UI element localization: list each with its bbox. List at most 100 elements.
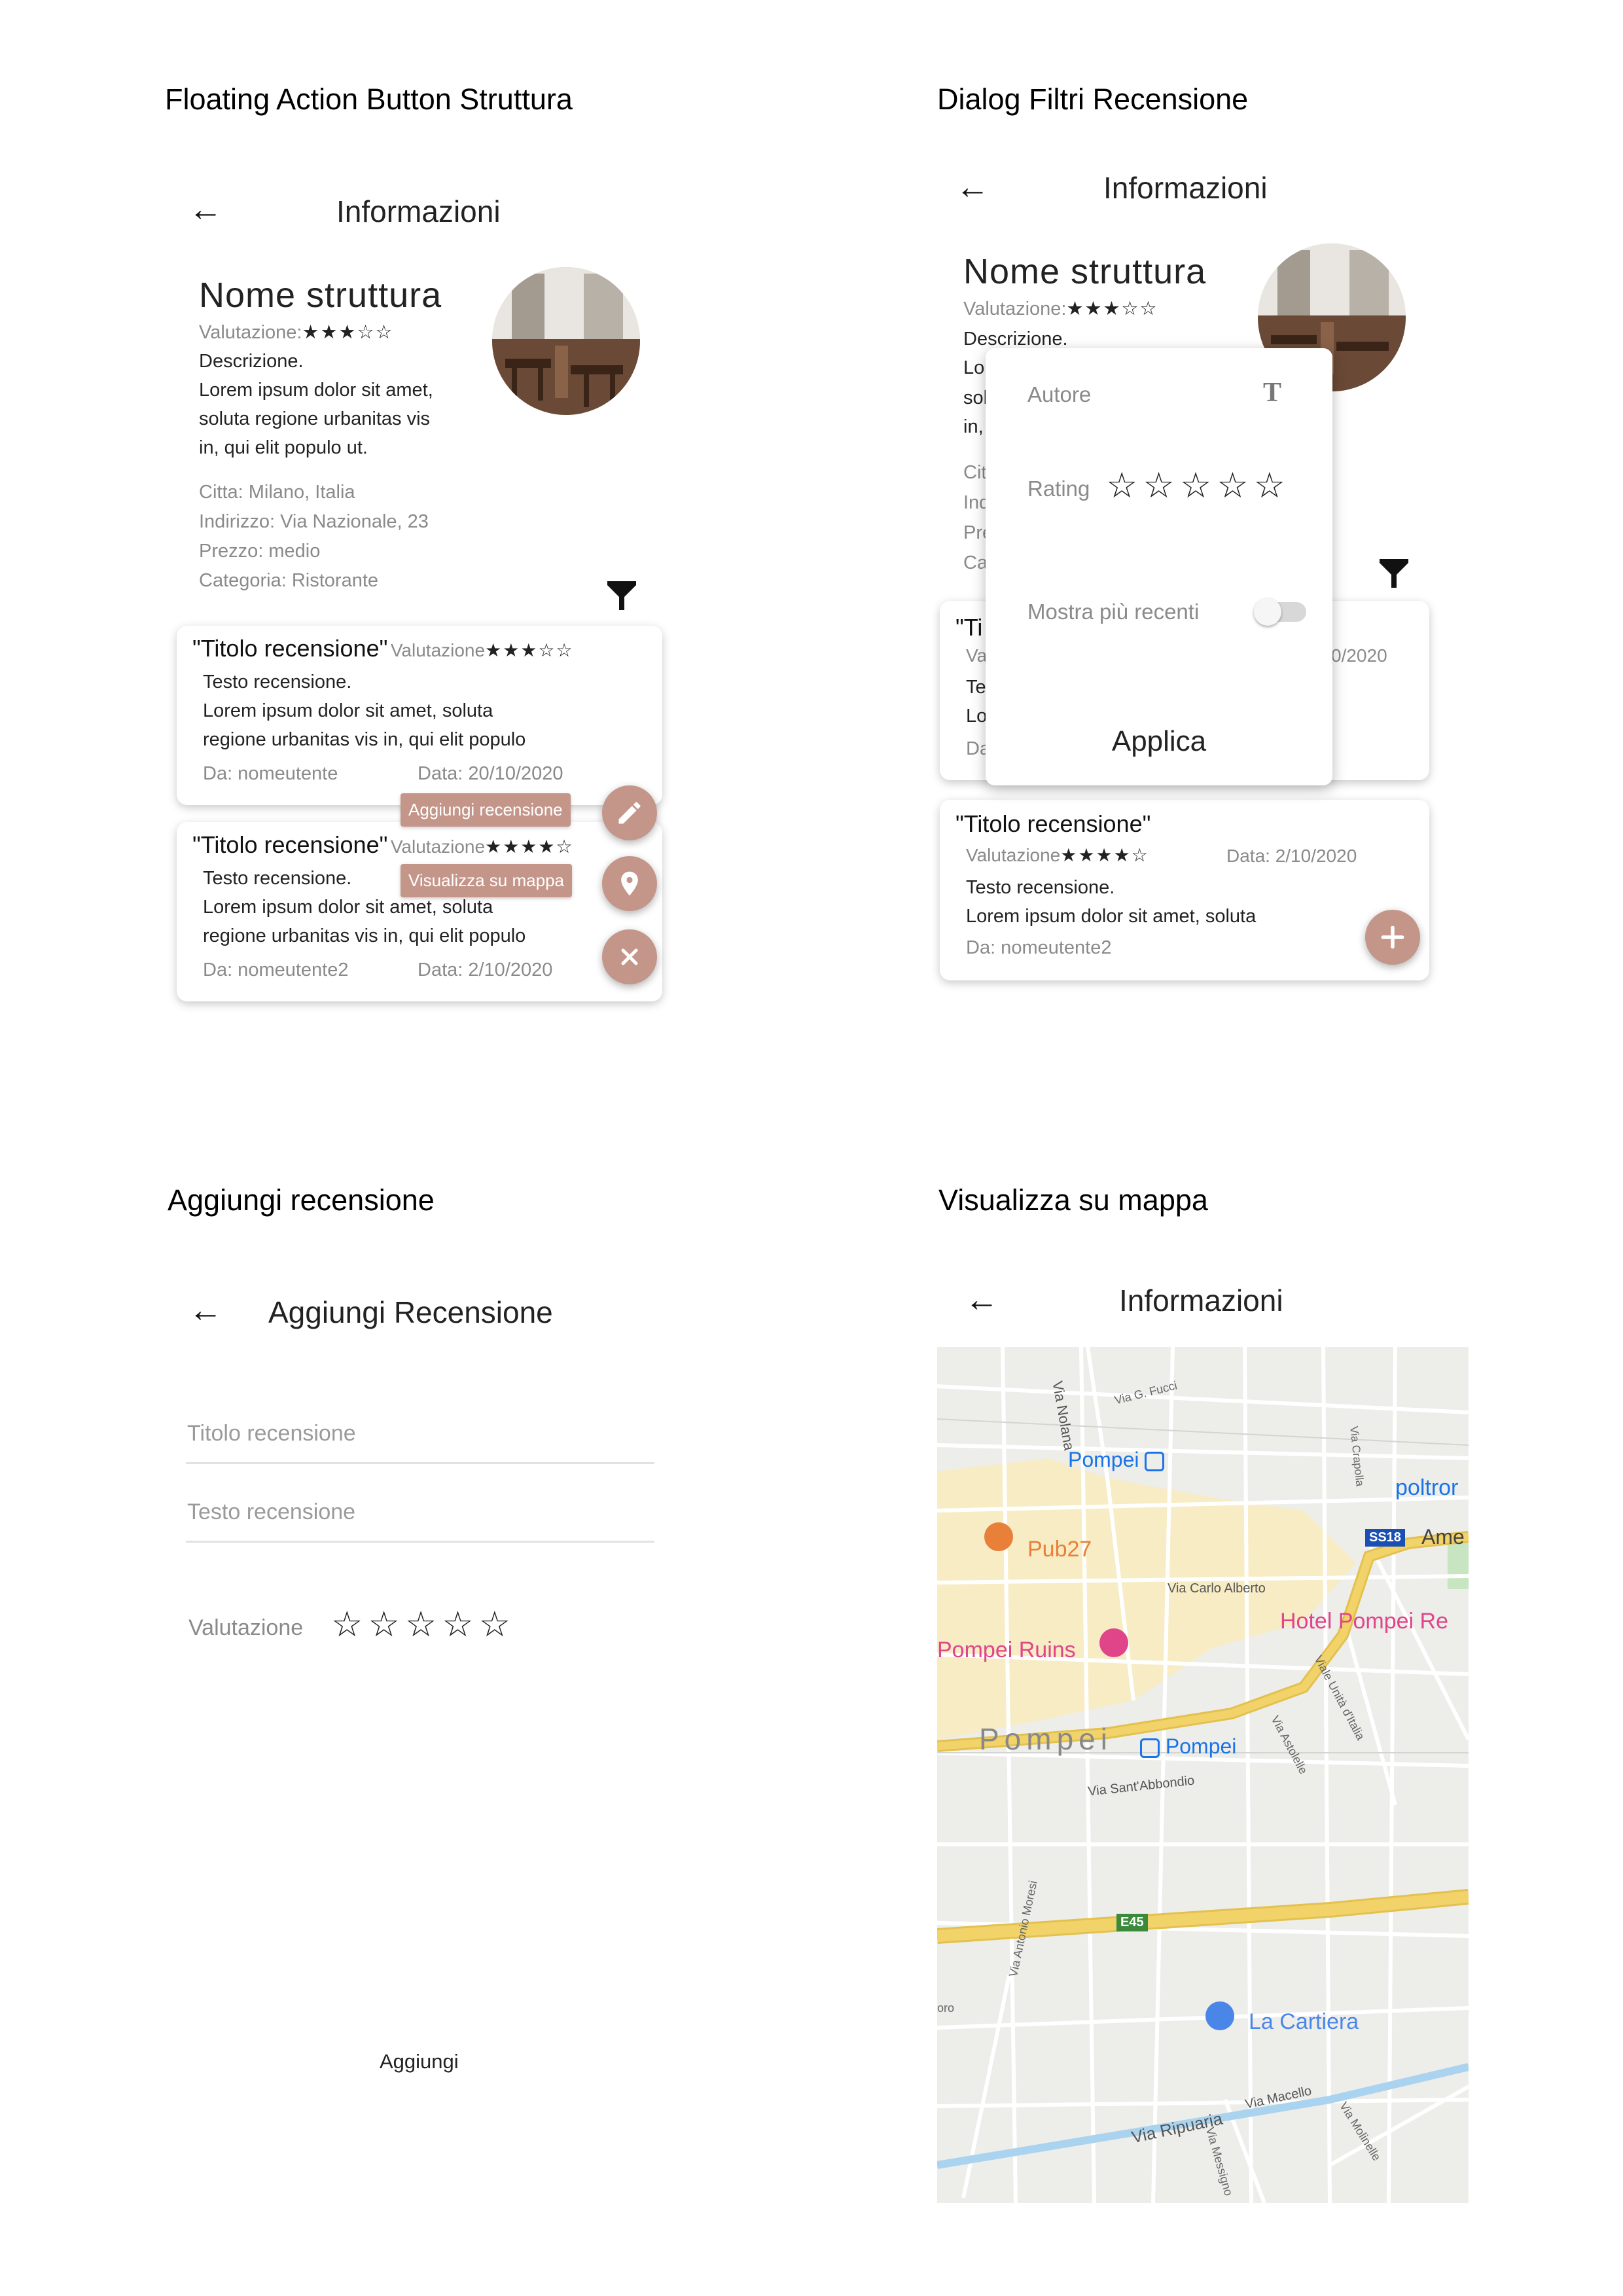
review-title: "Titolo recensione"	[192, 831, 388, 858]
aggiungi-button[interactable]: Aggiungi	[380, 2050, 459, 2073]
review-card[interactable]: "Titolo recensione" Valutazione★★★★☆ Tes…	[177, 822, 662, 1001]
bg-fragment: "Ti	[955, 614, 983, 641]
section-title-fab: Floating Action Button Struttura	[165, 82, 573, 116]
valutazione-label: Valutazione	[188, 1615, 304, 1640]
review-stars: ★★★★☆	[1060, 845, 1149, 865]
recenti-toggle[interactable]	[1254, 598, 1306, 626]
map-canvas[interactable]	[937, 1347, 1469, 2203]
back-arrow-icon[interactable]: ←	[965, 1283, 999, 1317]
rating-label: Valutazione:	[199, 322, 302, 343]
review-line: regione urbanitas vis in, qui elit popul…	[203, 729, 526, 750]
prezzo: Prezzo: medio	[199, 541, 321, 562]
map-label: Pompei	[1068, 1448, 1165, 1472]
bg-fragment: Te	[966, 677, 986, 698]
struttura-name: Nome struttura	[963, 252, 1207, 291]
close-fab[interactable]	[602, 929, 657, 984]
review-text: Testo recensione.	[966, 877, 1115, 898]
bg-fragment: Lo	[966, 706, 988, 726]
page-title: Informazioni	[1119, 1283, 1283, 1318]
struttura-name: Nome struttura	[199, 276, 442, 315]
citta: Citta: Milano, Italia	[199, 482, 355, 503]
review-author: Da: nomeutente	[203, 763, 338, 784]
apply-button[interactable]: Applica	[986, 725, 1332, 758]
page-title: Informazioni	[336, 194, 501, 228]
road-badge: SS18	[1365, 1529, 1405, 1547]
train-station-icon	[1145, 1451, 1165, 1471]
filter-dialog: Autore T Rating ☆☆☆☆☆ Mostra più recenti…	[986, 348, 1332, 785]
bg-fragment: Lo	[963, 357, 985, 378]
testo-recensione-input[interactable]	[186, 1492, 657, 1532]
map-view[interactable]: Via Nolana Via G. Fucci Pompei Via Crapo…	[937, 1347, 1469, 2203]
review-rating-label: Valutazione	[966, 845, 1061, 865]
review-date: Data: 20/10/2020	[418, 763, 563, 784]
rating-filter-label: Rating	[1027, 476, 1090, 501]
review-card[interactable]: "Titolo recensione" Valutazione★★★☆☆ Tes…	[177, 626, 662, 805]
rating-label: Valutazione:	[963, 298, 1067, 319]
review-stars: ★★★☆☆	[485, 640, 574, 660]
struttura-details: Citta: Milano, Italia Indirizzo: Via Naz…	[199, 478, 429, 596]
filter-icon[interactable]	[1378, 558, 1410, 589]
description-line: soluta regione urbanitas vis	[199, 408, 431, 429]
fab-label-aggiungi[interactable]: Aggiungi recensione	[401, 793, 571, 827]
review-line: regione urbanitas vis in, qui elit popul…	[203, 925, 526, 946]
recenti-label: Mostra più recenti	[1027, 600, 1200, 624]
rating-stars: ★★★☆☆	[1066, 298, 1158, 319]
indirizzo: Indirizzo: Via Nazionale, 23	[199, 511, 429, 532]
shop-pin-icon[interactable]	[1205, 2001, 1234, 2030]
attraction-pin-icon[interactable]	[1099, 1628, 1128, 1657]
map-city-label: Pompei	[979, 1722, 1113, 1756]
review-title: "Titolo recensione"	[192, 635, 388, 662]
bg-fragment: 0/2020	[1331, 645, 1387, 666]
pencil-icon	[618, 802, 641, 824]
train-station-icon	[1140, 1738, 1160, 1758]
review-header: "Titolo recensione" Valutazione★★★★☆	[192, 831, 574, 859]
valutazione-stars[interactable]: ☆☆☆☆☆	[331, 1604, 516, 1645]
page-title: Informazioni	[1103, 171, 1268, 205]
description-line: in, qui elit populo ut.	[199, 437, 368, 458]
map-label: La Cartiera	[1249, 2009, 1359, 2034]
map-label: Pompei	[1068, 1448, 1139, 1471]
fab-label-mappa[interactable]: Visualizza su mappa	[401, 864, 572, 897]
filter-icon[interactable]	[606, 580, 637, 611]
back-arrow-icon[interactable]: ←	[188, 1293, 223, 1327]
add-review-fab[interactable]	[602, 785, 657, 840]
review-header: "Titolo recensione" Valutazione★★★☆☆	[192, 635, 574, 662]
review-body: Testo recensione. Lorem ipsum dolor sit …	[203, 668, 526, 754]
map-label: Hotel Pompei Re	[1280, 1609, 1449, 1634]
bg-fragment: Ca	[963, 552, 988, 573]
back-arrow-icon[interactable]: ←	[955, 170, 990, 204]
map-fab[interactable]	[602, 856, 657, 911]
categoria: Categoria: Ristorante	[199, 570, 379, 591]
review-title: "Titolo recensione"	[955, 810, 1151, 837]
struttura-rating: Valutazione:★★★☆☆	[963, 295, 1158, 323]
bg-fragment: sol	[963, 387, 988, 408]
back-arrow-icon[interactable]: ←	[188, 192, 223, 226]
map-label: oro	[937, 2001, 955, 2015]
review-stars: ★★★★☆	[485, 836, 574, 857]
rating-stars: ★★★☆☆	[302, 322, 394, 343]
section-title-map: Visualizza su mappa	[938, 1183, 1208, 1217]
map-label: Ame	[1421, 1525, 1465, 1549]
map-label: Pompei	[1165, 1734, 1237, 1758]
review-author: Da: nomeutente2	[966, 937, 1112, 958]
section-title-dialog: Dialog Filtri Recensione	[937, 82, 1249, 116]
text-field-icon[interactable]: T	[1263, 377, 1281, 408]
review-rating-label: Valutazione	[390, 836, 486, 857]
description-label: Descrizione.	[199, 351, 304, 372]
review-card[interactable]: "Titolo recensione" Valutazione★★★★☆ Dat…	[940, 800, 1429, 980]
restaurant-pin-icon[interactable]	[984, 1522, 1013, 1551]
struttura-photo	[492, 267, 640, 415]
map-label: Via Carlo Alberto	[1168, 1581, 1266, 1596]
titolo-recensione-input[interactable]	[186, 1414, 657, 1453]
section-title-add: Aggiungi recensione	[168, 1183, 435, 1217]
description-line: Lorem ipsum dolor sit amet,	[199, 380, 433, 401]
review-line: Lorem ipsum dolor sit amet, soluta	[966, 906, 1257, 927]
review-date: Data: 2/10/2020	[1226, 846, 1357, 866]
add-review-fab[interactable]	[1365, 910, 1420, 965]
plus-icon	[1381, 925, 1404, 949]
map-label: Pub27	[1027, 1537, 1092, 1562]
map-label: Pompei Ruins	[937, 1638, 1076, 1662]
location-pin-icon	[621, 871, 638, 896]
divider	[186, 1462, 654, 1464]
rating-filter-stars[interactable]: ☆☆☆☆☆	[1106, 465, 1291, 506]
